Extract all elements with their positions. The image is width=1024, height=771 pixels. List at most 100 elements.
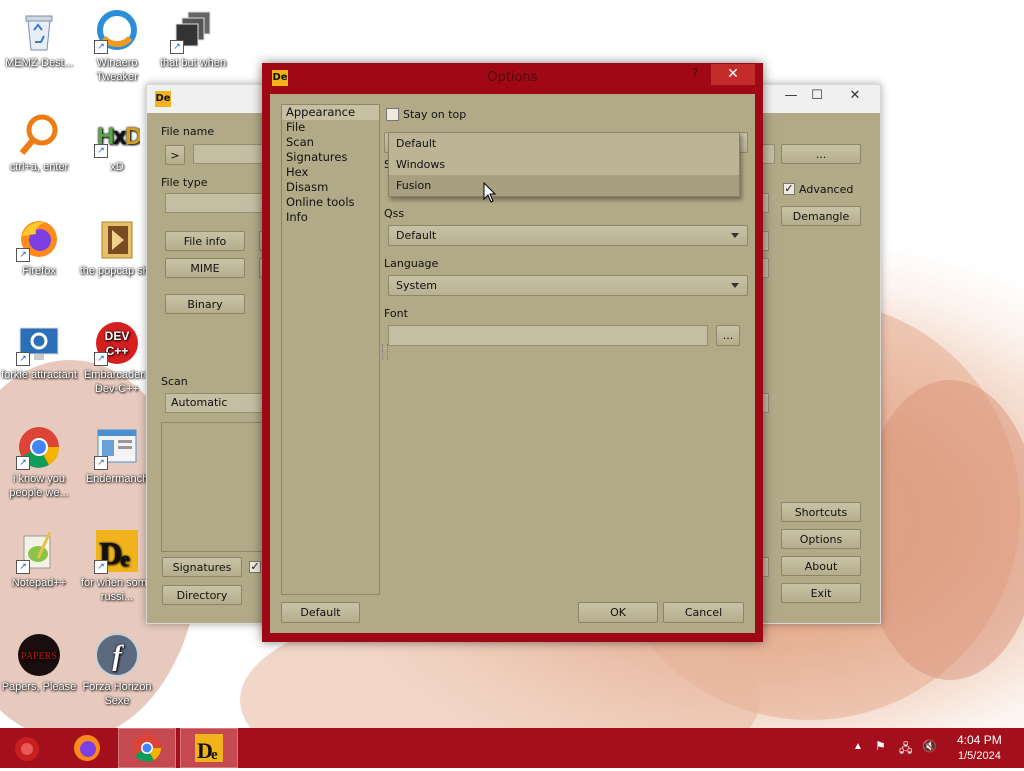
nav-item-hex[interactable]: Hex bbox=[282, 165, 379, 180]
browse-file-button[interactable]: > bbox=[165, 145, 185, 165]
maximize-button[interactable]: ☐ bbox=[803, 85, 831, 107]
shortcut-arrow-icon: ↗ bbox=[16, 248, 30, 262]
svg-text:PAPERS: PAPERS bbox=[21, 651, 57, 662]
desktop-icon-papers-please[interactable]: PAPERS Papers, Please bbox=[1, 632, 77, 694]
scan-mode-combo[interactable]: Automatic bbox=[165, 393, 263, 413]
winaero-icon: ↗ bbox=[94, 8, 140, 54]
advanced-checkbox[interactable]: ✓ bbox=[783, 183, 795, 195]
volume-muted-icon[interactable]: 🔇 bbox=[922, 739, 937, 753]
desktop-icon-forkie[interactable]: ↗ forkie attractant bbox=[1, 320, 77, 382]
taskbar-die[interactable]: De bbox=[180, 728, 238, 768]
stack-icon: ↗ bbox=[170, 8, 216, 54]
stay-on-top-checkbox[interactable] bbox=[386, 108, 399, 121]
options-dialog-titlebar[interactable]: De Options ? ✕ bbox=[262, 63, 763, 93]
nav-item-signatures[interactable]: Signatures bbox=[282, 150, 379, 165]
flag-icon[interactable]: ⚑ bbox=[875, 739, 886, 753]
qss-label: Qss bbox=[384, 207, 405, 220]
style-option-fusion[interactable]: Fusion bbox=[389, 175, 739, 196]
taskbar-chrome[interactable] bbox=[118, 728, 176, 768]
minimize-button[interactable]: — bbox=[777, 85, 805, 107]
clock-time[interactable]: 4:04 PM bbox=[957, 733, 1002, 747]
default-button[interactable]: Default bbox=[281, 602, 360, 623]
font-browse-button[interactable]: ... bbox=[716, 325, 740, 346]
desktop-icon-search[interactable]: ctrl+a, enter bbox=[1, 112, 77, 174]
signatures-checkbox[interactable]: ✓ bbox=[249, 561, 261, 573]
stay-on-top-label: Stay on top bbox=[403, 108, 467, 121]
style-dropdown-popup: Default Windows Fusion bbox=[388, 132, 740, 197]
options-category-list: Appearance File Scan Signatures Hex Disa… bbox=[281, 104, 380, 595]
font-label: Font bbox=[384, 307, 408, 320]
nav-item-disasm[interactable]: Disasm bbox=[282, 180, 379, 195]
shortcut-arrow-icon: ↗ bbox=[170, 40, 184, 54]
style-option-default[interactable]: Default bbox=[389, 133, 739, 154]
desktop-icon-stack[interactable]: ↗ that but when its a... bbox=[155, 8, 231, 70]
options-dialog-client: Appearance File Scan Signatures Hex Disa… bbox=[270, 94, 755, 633]
advanced-label: Advanced bbox=[799, 183, 854, 196]
show-hidden-icons-button[interactable]: ▲ bbox=[853, 741, 863, 752]
desktop-icon-die[interactable]: De ↗ for when some russi... bbox=[79, 528, 155, 604]
file-info-button[interactable]: File info bbox=[165, 231, 245, 251]
network-icon[interactable]: 🖧 bbox=[899, 739, 912, 760]
desktop-icon-hxd[interactable]: HxD ↗ xD bbox=[79, 112, 155, 174]
style-option-windows[interactable]: Windows bbox=[389, 154, 739, 175]
desktop-icon-chrome[interactable]: ↗ i know you people we... bbox=[1, 424, 77, 500]
options-dialog-title: Options bbox=[487, 70, 538, 85]
shortcut-arrow-icon: ↗ bbox=[94, 352, 108, 366]
die-icon: De bbox=[195, 734, 223, 763]
desktop-icon-endermanch[interactable]: ↗ Endermanch bbox=[79, 424, 155, 486]
svg-text:e: e bbox=[120, 546, 130, 571]
scan-label: Scan bbox=[161, 375, 188, 388]
file-type-combo[interactable] bbox=[165, 193, 263, 213]
shortcuts-button[interactable]: Shortcuts bbox=[781, 502, 861, 522]
firefox-icon: ↗ bbox=[16, 216, 62, 262]
notepadpp-icon: ↗ bbox=[16, 528, 62, 574]
browse-more-button[interactable]: ... bbox=[781, 144, 861, 164]
qss-combo[interactable]: Default bbox=[388, 225, 748, 246]
clock-date[interactable]: 1/5/2024 bbox=[958, 750, 1001, 762]
chrome-icon: ↗ bbox=[16, 424, 62, 470]
desktop-icon-winaero[interactable]: ↗ Winaero Tweaker bbox=[79, 8, 155, 84]
shortcut-arrow-icon: ↗ bbox=[16, 456, 30, 470]
desktop-icon-firefox[interactable]: ↗ Firefox bbox=[1, 216, 77, 278]
desktop-icon-devcpp[interactable]: DEV C++ ↗ Embarcadero Dev-C++ bbox=[79, 320, 155, 396]
nav-item-online-tools[interactable]: Online tools bbox=[282, 195, 379, 210]
file-name-input[interactable] bbox=[193, 144, 263, 164]
taskbar-memz[interactable] bbox=[0, 728, 58, 768]
chrome-icon bbox=[133, 734, 161, 762]
taskbar-firefox[interactable] bbox=[58, 728, 116, 768]
nav-item-file[interactable]: File bbox=[282, 120, 379, 135]
binary-button[interactable]: Binary bbox=[165, 294, 245, 314]
die-icon: De ↗ bbox=[94, 528, 140, 574]
dialog-close-button[interactable]: ✕ bbox=[711, 64, 755, 85]
magnifier-icon bbox=[16, 112, 62, 158]
nav-item-info[interactable]: Info bbox=[282, 210, 379, 225]
demangle-button[interactable]: Demangle bbox=[781, 206, 861, 226]
folder-icon bbox=[94, 216, 140, 262]
close-button[interactable]: ✕ bbox=[837, 85, 873, 107]
cancel-button[interactable]: Cancel bbox=[663, 602, 744, 623]
file-type-label: File type bbox=[161, 176, 208, 189]
about-button[interactable]: About bbox=[781, 556, 861, 576]
help-button[interactable]: ? bbox=[692, 66, 698, 80]
signatures-button[interactable]: Signatures bbox=[162, 557, 242, 577]
qss-combo-value: Default bbox=[396, 229, 437, 242]
desktop-icon-recycle-bin[interactable]: MEMZ-Dest... bbox=[1, 8, 77, 70]
mime-button[interactable]: MIME bbox=[165, 258, 245, 278]
language-label: Language bbox=[384, 257, 439, 270]
exit-button[interactable]: Exit bbox=[781, 583, 861, 603]
svg-text:D: D bbox=[125, 123, 140, 150]
shortcut-arrow-icon: ↗ bbox=[94, 144, 108, 158]
options-dialog: De Options ? ✕ Appearance File Scan Sign… bbox=[262, 63, 763, 642]
splitter-handle[interactable] bbox=[382, 344, 388, 360]
nav-item-scan[interactable]: Scan bbox=[282, 135, 379, 150]
ok-button[interactable]: OK bbox=[578, 602, 658, 623]
desktop-icon-flash[interactable]: f Forza Horizon Sexe bbox=[79, 632, 155, 708]
language-combo[interactable]: System bbox=[388, 275, 748, 296]
desktop-icon-notepadpp[interactable]: ↗ Notepad++ bbox=[1, 528, 77, 590]
nav-item-appearance[interactable]: Appearance bbox=[282, 105, 379, 120]
options-button[interactable]: Options bbox=[781, 529, 861, 549]
flash-icon: f bbox=[94, 632, 140, 678]
directory-button[interactable]: Directory bbox=[162, 585, 242, 605]
desktop-icon-folder[interactable]: the popcap shit bbox=[79, 216, 155, 278]
font-input[interactable] bbox=[388, 325, 708, 346]
